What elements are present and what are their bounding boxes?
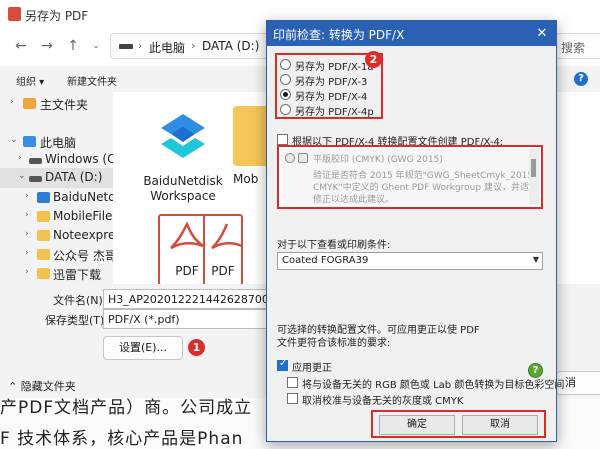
forward-button[interactable]: → — [38, 38, 56, 54]
convert-rgb-label: 将与设备无关的 RGB 颜色或 Lab 颜色转换为目标色彩空间 — [302, 380, 565, 391]
condition-select[interactable]: Coated FOGRA39 ▼ — [277, 252, 543, 270]
breadcrumb-this-pc[interactable]: 此电脑 — [149, 39, 185, 56]
organize-menu[interactable]: 组织 ▾ — [16, 73, 44, 88]
tree-item-noteexpress[interactable]: › Noteexpres — [0, 226, 113, 246]
folder-icon — [37, 230, 50, 241]
dropdown-arrow-icon: ▼ — [532, 255, 539, 264]
background-text-line-2: F 技术体系，核心产品是Phan — [0, 429, 244, 449]
close-button[interactable]: ✕ — [528, 21, 556, 46]
new-folder-button[interactable]: 新建文件夹 — [67, 73, 117, 88]
preflight-dialog: 印前检查: 转换为 PDF/X ✕ 另存为 PDF/X-1a 另存为 PDF/X… — [266, 20, 564, 442]
condition-label: 对于以下查看或印刷条件: — [277, 240, 391, 251]
computer-icon — [23, 136, 36, 147]
magnifier-icon — [285, 153, 295, 163]
filename-input[interactable]: H3_AP202012221442628700_1.pdf — [103, 289, 271, 309]
drive-icon — [29, 158, 42, 164]
breadcrumb-separator: › — [191, 39, 196, 52]
save-as-title: 另存为 PDF — [25, 9, 89, 23]
navigation-pane: › 主文件夹 ⌄ 此电脑 › Windows (C:) ⌄ DATA (D:) … — [0, 92, 113, 284]
tree-item-data-d[interactable]: ⌄ DATA (D:) — [0, 168, 113, 188]
profile-checkbox[interactable] — [277, 134, 288, 145]
tree-item-mobilefile[interactable]: › MobileFile — [0, 207, 113, 227]
folder-icon — [37, 211, 50, 222]
filetype-label: 保存类型(T): — [45, 314, 109, 327]
filename-label: 文件名(N): — [53, 294, 107, 307]
breadcrumb-separator: › — [138, 39, 143, 52]
settings-button[interactable]: 设置(E)... — [103, 336, 183, 360]
radio-pdfx-3[interactable]: 另存为 PDF/X-3 — [280, 73, 380, 88]
hide-folders-toggle[interactable]: ⌃ 隐藏文件夹 — [8, 378, 76, 394]
dialog-actions: 确定 取消 — [371, 410, 546, 438]
folder-icon — [37, 249, 50, 260]
up-button[interactable]: ↑ — [64, 38, 82, 54]
file-tile-baidunetdisk[interactable]: BaiduNetdisk Workspace — [138, 106, 228, 204]
filetype-select[interactable]: PDF/X (*.pdf) — [103, 309, 271, 329]
address-bar[interactable]: › 此电脑 › DATA (D:) — [110, 33, 275, 59]
profile-list[interactable]: 平版胶印 (CMYK) (GWG 2015) 验证是否符合 2015 年规范"G… — [277, 145, 543, 209]
pdf-app-icon — [8, 7, 21, 21]
requirement-text-line-2: 文件更符合该标准的要求: — [277, 338, 391, 349]
radio-pdfx-4[interactable]: 另存为 PDF/X-4 — [280, 88, 380, 103]
wrench-icon — [298, 153, 308, 163]
cancel-button[interactable]: 取消 — [462, 415, 538, 435]
folder-icon — [37, 268, 50, 279]
apply-fix-label: 应用更正 — [292, 363, 332, 374]
tree-item-this-pc[interactable]: ⌄ 此电脑 — [0, 132, 113, 152]
folder-icon — [37, 192, 50, 203]
apply-fix-checkbox[interactable] — [277, 358, 288, 371]
home-icon — [23, 98, 36, 109]
recent-locations-chevron-icon[interactable]: ⌄ — [87, 41, 105, 51]
tree-item-home[interactable]: › 主文件夹 — [0, 94, 113, 114]
profile-title: 平版胶印 (CMYK) (GWG 2015) — [313, 155, 443, 165]
profile-desc-line-3: 修正以达成此建议。 — [313, 195, 395, 205]
ok-button[interactable]: 确定 — [379, 415, 455, 435]
pdf-file-icon: PDF — [203, 214, 243, 284]
back-button[interactable]: ← — [12, 38, 30, 54]
preflight-title: 印前检查: 转换为 PDF/X — [273, 28, 405, 42]
tree-item-xunlei[interactable]: › 迅雷下载 — [0, 264, 113, 284]
drive-icon — [119, 44, 133, 49]
radio-pdfx-4p[interactable]: 另存为 PDF/X-4p — [280, 103, 380, 118]
cancel-calibration-checkbox[interactable] — [287, 393, 298, 404]
step-badge-1: 1 — [188, 339, 205, 356]
drive-icon — [29, 176, 42, 182]
tree-item-windows-c[interactable]: › Windows (C:) — [0, 150, 113, 170]
file-label: BaiduNetdisk Workspace — [143, 174, 223, 203]
search-input[interactable]: 搜索 — [555, 33, 600, 59]
step-badge-2: 2 — [365, 51, 382, 68]
baidu-netdisk-icon — [153, 106, 213, 166]
profile-list-scrollbar[interactable] — [529, 149, 539, 205]
chevron-up-icon: ⌃ — [8, 380, 21, 393]
tree-item-baidunetdisk[interactable]: › BaiduNetdisk — [0, 188, 113, 208]
cancel-calibration-label: 取消校准与设备无关的灰度或 CMYK — [302, 396, 464, 407]
breadcrumb-data-drive[interactable]: DATA (D:) — [202, 39, 259, 53]
file-tile-pdf-2[interactable]: PDF — [203, 214, 243, 284]
tree-item-gongzhonghao[interactable]: › 公众号 杰哥说 — [0, 245, 113, 265]
help-icon[interactable]: ? — [574, 72, 588, 86]
preflight-titlebar: 印前检查: 转换为 PDF/X ✕ — [267, 21, 556, 46]
convert-rgb-checkbox[interactable] — [287, 377, 298, 388]
profile-list-item: 平版胶印 (CMYK) (GWG 2015) 验证是否符合 2015 年规范"G… — [281, 149, 538, 205]
